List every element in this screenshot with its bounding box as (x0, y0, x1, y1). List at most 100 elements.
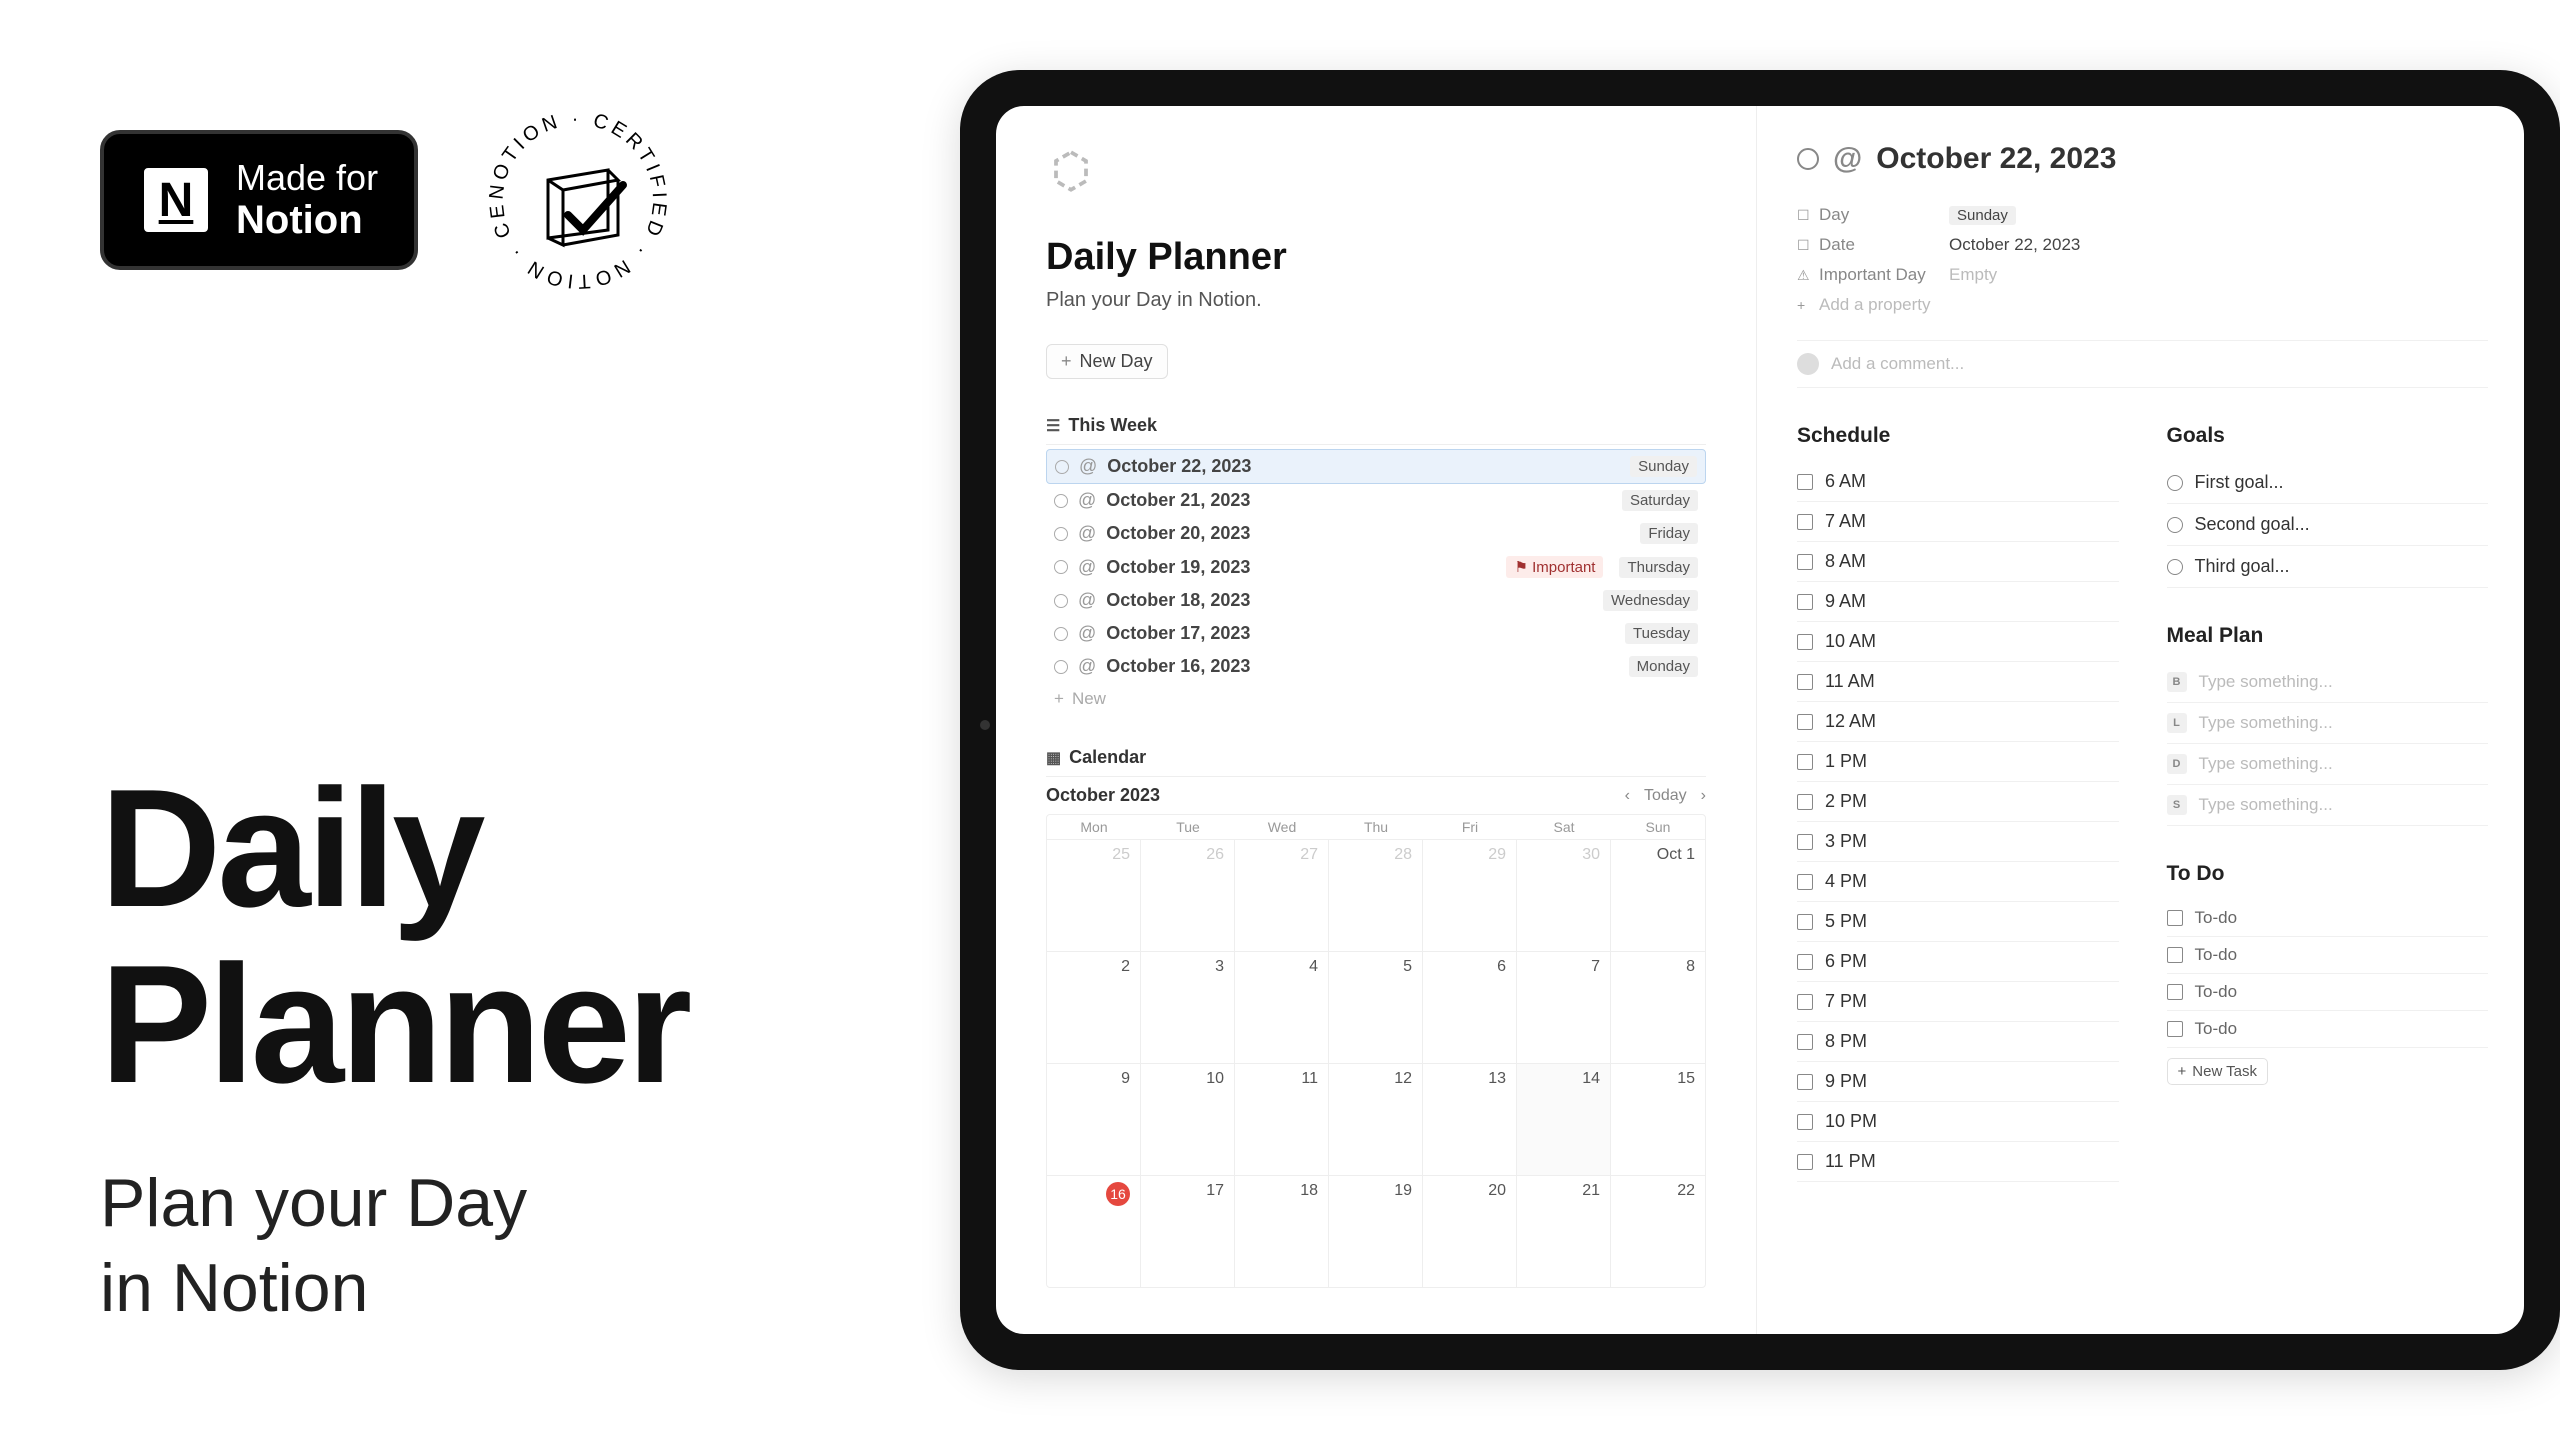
calendar-cell[interactable]: 30 (1517, 839, 1611, 951)
checkbox-icon[interactable] (1797, 554, 1813, 570)
week-row[interactable]: @ October 20, 2023 Friday (1046, 517, 1706, 550)
calendar-cell[interactable]: 16 (1047, 1175, 1141, 1287)
today-button[interactable]: Today (1644, 787, 1687, 805)
this-week-header[interactable]: ☰ This Week (1046, 415, 1706, 445)
meal-row[interactable]: BType something... (2167, 662, 2489, 703)
checkbox-icon[interactable] (2167, 910, 2183, 926)
week-row[interactable]: @ October 16, 2023 Monday (1046, 650, 1706, 683)
calendar-cell[interactable]: 4 (1235, 951, 1329, 1063)
calendar-cell[interactable]: 29 (1423, 839, 1517, 951)
checkbox-icon[interactable] (1797, 474, 1813, 490)
add-comment-row[interactable]: Add a comment... (1797, 340, 2488, 388)
checkbox-icon[interactable] (1797, 674, 1813, 690)
week-row[interactable]: @ October 19, 2023 ⚑ Important Thursday (1046, 550, 1706, 584)
todo-row[interactable]: To-do (2167, 974, 2489, 1011)
calendar-cell[interactable]: 26 (1141, 839, 1235, 951)
schedule-row[interactable]: 11 AM (1797, 662, 2119, 702)
checkbox-icon[interactable] (1797, 594, 1813, 610)
checkbox-icon[interactable] (1797, 954, 1813, 970)
radio-icon[interactable] (2167, 475, 2183, 491)
checkbox-icon[interactable] (2167, 1021, 2183, 1037)
calendar-cell[interactable]: 22 (1611, 1175, 1705, 1287)
goal-row[interactable]: First goal... (2167, 462, 2489, 504)
new-day-button[interactable]: + New Day (1046, 344, 1168, 379)
prop-day[interactable]: ☐ Day Sunday (1797, 200, 2488, 230)
week-row[interactable]: @ October 18, 2023 Wednesday (1046, 584, 1706, 617)
schedule-row[interactable]: 10 PM (1797, 1102, 2119, 1142)
calendar-cell[interactable]: 8 (1611, 951, 1705, 1063)
add-property-button[interactable]: + Add a property (1797, 290, 2488, 320)
calendar-cell[interactable]: 6 (1423, 951, 1517, 1063)
calendar-cell[interactable]: 28 (1329, 839, 1423, 951)
schedule-row[interactable]: 12 AM (1797, 702, 2119, 742)
schedule-row[interactable]: 2 PM (1797, 782, 2119, 822)
schedule-row[interactable]: 9 PM (1797, 1062, 2119, 1102)
checkbox-icon[interactable] (1797, 994, 1813, 1010)
schedule-row[interactable]: 9 AM (1797, 582, 2119, 622)
schedule-row[interactable]: 6 AM (1797, 462, 2119, 502)
checkbox-icon[interactable] (1797, 514, 1813, 530)
checkbox-icon[interactable] (1797, 874, 1813, 890)
calendar-cell[interactable]: 15 (1611, 1063, 1705, 1175)
calendar-cell[interactable]: 3 (1141, 951, 1235, 1063)
schedule-row[interactable]: 7 AM (1797, 502, 2119, 542)
checkbox-icon[interactable] (2167, 984, 2183, 1000)
calendar-cell[interactable]: 17 (1141, 1175, 1235, 1287)
schedule-row[interactable]: 1 PM (1797, 742, 2119, 782)
week-row[interactable]: @ October 17, 2023 Tuesday (1046, 617, 1706, 650)
calendar-cell[interactable]: 5 (1329, 951, 1423, 1063)
checkbox-icon[interactable] (2167, 947, 2183, 963)
checkbox-icon[interactable] (1797, 754, 1813, 770)
calendar-cell[interactable]: 19 (1329, 1175, 1423, 1287)
todo-row[interactable]: To-do (2167, 1011, 2489, 1048)
schedule-row[interactable]: 10 AM (1797, 622, 2119, 662)
calendar-cell[interactable]: 10 (1141, 1063, 1235, 1175)
schedule-row[interactable]: 6 PM (1797, 942, 2119, 982)
calendar-cell[interactable]: Oct 1 (1611, 839, 1705, 951)
checkbox-icon[interactable] (1797, 1074, 1813, 1090)
radio-icon[interactable] (2167, 559, 2183, 575)
calendar-cell[interactable]: 18 (1235, 1175, 1329, 1287)
todo-row[interactable]: To-do (2167, 900, 2489, 937)
radio-icon[interactable] (2167, 517, 2183, 533)
calendar-header[interactable]: ▦ Calendar (1046, 747, 1706, 777)
week-row[interactable]: @ October 21, 2023 Saturday (1046, 484, 1706, 517)
schedule-row[interactable]: 11 PM (1797, 1142, 2119, 1182)
calendar-cell[interactable]: 12 (1329, 1063, 1423, 1175)
schedule-row[interactable]: 7 PM (1797, 982, 2119, 1022)
schedule-row[interactable]: 8 PM (1797, 1022, 2119, 1062)
prop-important[interactable]: ⚠ Important Day Empty (1797, 260, 2488, 290)
meal-row[interactable]: DType something... (2167, 744, 2489, 785)
calendar-cell[interactable]: 25 (1047, 839, 1141, 951)
calendar-cell[interactable]: 14 (1517, 1063, 1611, 1175)
new-task-button[interactable]: + New Task (2167, 1058, 2269, 1085)
meal-row[interactable]: LType something... (2167, 703, 2489, 744)
schedule-row[interactable]: 8 AM (1797, 542, 2119, 582)
schedule-row[interactable]: 5 PM (1797, 902, 2119, 942)
schedule-row[interactable]: 3 PM (1797, 822, 2119, 862)
calendar-cell[interactable]: 7 (1517, 951, 1611, 1063)
calendar-cell[interactable]: 21 (1517, 1175, 1611, 1287)
todo-row[interactable]: To-do (2167, 937, 2489, 974)
prev-month-button[interactable]: ‹ (1625, 787, 1630, 805)
meal-row[interactable]: SType something... (2167, 785, 2489, 826)
checkbox-icon[interactable] (1797, 1114, 1813, 1130)
calendar-cell[interactable]: 2 (1047, 951, 1141, 1063)
next-month-button[interactable]: › (1701, 787, 1706, 805)
calendar-cell[interactable]: 20 (1423, 1175, 1517, 1287)
checkbox-icon[interactable] (1797, 914, 1813, 930)
checkbox-icon[interactable] (1797, 794, 1813, 810)
calendar-cell[interactable]: 27 (1235, 839, 1329, 951)
prop-date[interactable]: ☐ Date October 22, 2023 (1797, 230, 2488, 260)
checkbox-icon[interactable] (1797, 714, 1813, 730)
goal-row[interactable]: Second goal... (2167, 504, 2489, 546)
goal-row[interactable]: Third goal... (2167, 546, 2489, 588)
calendar-cell[interactable]: 11 (1235, 1063, 1329, 1175)
new-row-button[interactable]: +New (1046, 683, 1706, 715)
checkbox-icon[interactable] (1797, 1154, 1813, 1170)
calendar-cell[interactable]: 13 (1423, 1063, 1517, 1175)
calendar-cell[interactable]: 9 (1047, 1063, 1141, 1175)
checkbox-icon[interactable] (1797, 834, 1813, 850)
checkbox-icon[interactable] (1797, 1034, 1813, 1050)
week-row[interactable]: @ October 22, 2023 Sunday (1046, 449, 1706, 484)
